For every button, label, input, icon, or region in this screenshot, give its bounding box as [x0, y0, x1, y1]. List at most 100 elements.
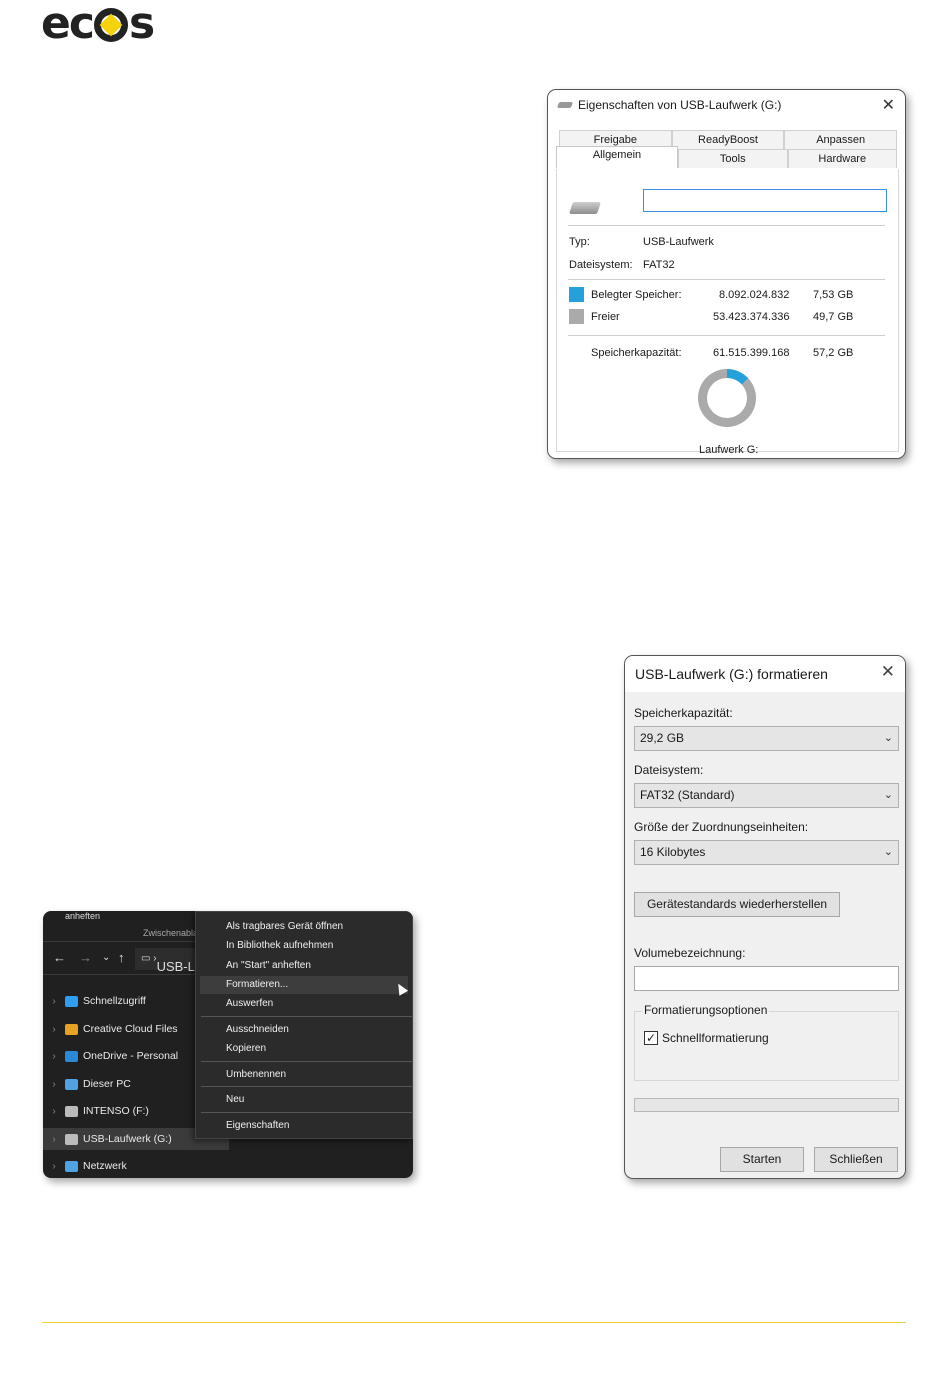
format-title: USB-Laufwerk (G:) formatieren [635, 666, 828, 682]
capacity-gb: 57,2 GB [813, 347, 854, 359]
allocation-size-select[interactable]: 16 Kilobytes ⌄ [634, 840, 899, 865]
allocation-size-label: Größe der Zuordnungseinheiten: [634, 820, 809, 834]
capacity-select[interactable]: 29,2 GB ⌄ [634, 726, 899, 751]
creative-cloud-icon [65, 1023, 78, 1035]
capacity-select-value: 29,2 GB [640, 731, 685, 745]
up-arrow-icon[interactable]: ↑ [118, 950, 125, 965]
close-button[interactable]: Schließen [814, 1147, 898, 1172]
used-space-gb: 7,53 GB [813, 289, 854, 301]
address-text: USB-L [156, 959, 195, 974]
usb-drive-icon [556, 102, 574, 108]
drive-icon [65, 1133, 78, 1145]
menu-item-copy[interactable]: Kopieren [226, 1043, 266, 1054]
properties-title: Eigenschaften von USB-Laufwerk (G:) [578, 98, 782, 112]
tree-item-label: OneDrive - Personal [83, 1050, 179, 1062]
menu-item-portable-device[interactable]: Als tragbares Gerät öffnen [226, 921, 343, 932]
free-space-swatch [569, 309, 584, 324]
chevron-down-icon[interactable]: ⌄ [102, 952, 110, 963]
free-space-label: Freier [591, 311, 620, 323]
format-progress-bar [634, 1098, 899, 1112]
chevron-right-icon[interactable]: › [43, 1051, 65, 1062]
chevron-right-icon[interactable]: › [43, 996, 65, 1007]
menu-separator [201, 1016, 412, 1017]
chevron-right-icon[interactable]: › [43, 1134, 65, 1145]
start-button[interactable]: Starten [720, 1147, 804, 1172]
capacity-label: Speicherkapazität: [634, 706, 733, 720]
type-value: USB-Laufwerk [643, 236, 714, 248]
logo-o-diamond-icon [93, 8, 128, 42]
drive-name-input[interactable] [643, 189, 887, 212]
forward-arrow-icon[interactable]: → [79, 950, 92, 965]
allocation-size-value: 16 Kilobytes [640, 845, 706, 859]
divider [568, 279, 885, 280]
menu-item-cut[interactable]: Ausschneiden [226, 1024, 289, 1035]
pc-icon [65, 1078, 78, 1090]
tab-tools[interactable]: Tools [678, 149, 788, 168]
divider [568, 335, 885, 336]
tree-item-label: Schnellzugriff [83, 995, 146, 1007]
ribbon-strip: anheften Zwischenabla [43, 911, 203, 939]
ecos-logo: ec s [41, 0, 155, 49]
filesystem-select-value: FAT32 (Standard) [640, 788, 735, 802]
format-options-group [634, 1011, 899, 1081]
menu-item-properties[interactable]: Eigenschaften [226, 1120, 289, 1131]
drive-label: Laufwerk G: [699, 444, 759, 456]
volume-label-input[interactable] [634, 966, 899, 991]
usage-donut-chart [698, 369, 756, 427]
star-icon [65, 995, 78, 1007]
menu-separator [201, 1061, 412, 1062]
chevron-down-icon: ⌄ [883, 846, 893, 858]
drive-icon [65, 1105, 78, 1117]
capacity-label: Speicherkapazität: [591, 347, 682, 359]
onedrive-icon [65, 1050, 78, 1062]
properties-window: Eigenschaften von USB-Laufwerk (G:) ✕ Fr… [547, 89, 906, 459]
close-icon[interactable]: ✕ [882, 95, 895, 115]
format-window: USB-Laufwerk (G:) formatieren ✕ Speicher… [624, 655, 906, 1179]
menu-item-new[interactable]: Neu [226, 1094, 244, 1105]
filesystem-label: Dateisystem: [569, 259, 633, 271]
menu-item-pin-to-start[interactable]: An "Start" anheften [226, 960, 311, 971]
properties-titlebar: Eigenschaften von USB-Laufwerk (G:) [548, 90, 905, 120]
context-menu: Als tragbares Gerät öffnen In Bibliothek… [195, 911, 413, 1139]
footer-divider [42, 1322, 906, 1323]
tab-readyboost[interactable]: ReadyBoost [671, 130, 785, 149]
volume-label-label: Volumebezeichnung: [634, 946, 746, 960]
capacity-bytes: 61.515.399.168 [713, 347, 790, 359]
tab-allgemein[interactable]: Allgemein [556, 146, 678, 168]
chevron-right-icon[interactable]: › [43, 1161, 65, 1172]
type-label: Typ: [569, 236, 590, 248]
chevron-down-icon: ⌄ [883, 732, 893, 744]
used-space-label: Belegter Speicher: [591, 289, 682, 301]
menu-item-add-to-library[interactable]: In Bibliothek aufnehmen [226, 940, 333, 951]
tree-item-label: USB-Laufwerk (G:) [83, 1133, 172, 1145]
filesystem-select[interactable]: FAT32 (Standard) ⌄ [634, 783, 899, 808]
tree-item-label: INTENSO (F:) [83, 1105, 149, 1117]
back-arrow-icon[interactable]: ← [53, 950, 66, 965]
close-icon[interactable]: ✕ [881, 662, 895, 682]
used-space-swatch [569, 287, 584, 302]
chevron-right-icon[interactable]: › [43, 1106, 65, 1117]
filesystem-value: FAT32 [643, 259, 675, 271]
chevron-right-icon[interactable]: › [43, 1079, 65, 1090]
network-icon [65, 1160, 78, 1172]
chevron-down-icon: ⌄ [883, 789, 893, 801]
quick-format-label: Schnellformatierung [662, 1031, 769, 1045]
menu-item-rename[interactable]: Umbenennen [226, 1069, 286, 1080]
tree-item-netzwerk[interactable]: › Netzwerk [43, 1155, 229, 1177]
tab-hardware[interactable]: Hardware [787, 149, 897, 168]
menu-separator [201, 1112, 412, 1113]
menu-separator [201, 1086, 412, 1087]
quick-format-checkbox[interactable]: ✓ [644, 1031, 658, 1045]
filesystem-label: Dateisystem: [634, 763, 704, 777]
ribbon-clipboard-label: Zwischenabla [143, 928, 199, 938]
logo-text-part2: s [128, 0, 155, 49]
tab-anpassen[interactable]: Anpassen [784, 130, 898, 149]
menu-item-eject[interactable]: Auswerfen [226, 998, 273, 1009]
logo-text-part1: ec [41, 0, 95, 49]
menu-item-format[interactable]: Formatieren... [226, 979, 288, 990]
divider [568, 225, 885, 226]
format-titlebar: USB-Laufwerk (G:) formatieren [625, 656, 905, 692]
chevron-right-icon[interactable]: › [43, 1024, 65, 1035]
restore-defaults-button[interactable]: Gerätestandards wiederherstellen [634, 892, 840, 917]
free-space-bytes: 53.423.374.336 [713, 311, 790, 323]
